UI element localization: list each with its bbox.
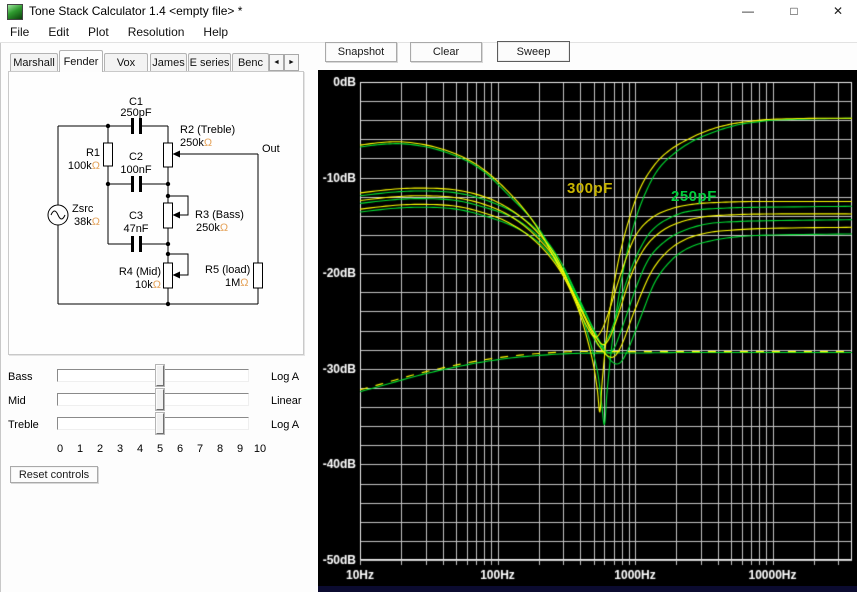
tab-scroll-left-icon[interactable]: ◄ (269, 54, 284, 71)
circuit-diagram: C1 250pF R2 (Treble) 250kΩ R1 100kΩ C2 1… (47, 96, 280, 307)
label-out: Out (262, 143, 280, 155)
value-c2: 100nF (120, 164, 151, 176)
component-c1 (131, 118, 134, 134)
clear-button[interactable]: Clear (410, 42, 482, 62)
scale-1: 1 (76, 443, 84, 455)
scale-2: 2 (96, 443, 104, 455)
app-window: Tone Stack Calculator 1.4 <empty file> *… (0, 0, 857, 592)
value-c1: 250pF (120, 107, 151, 119)
scale-10: 10 (253, 443, 267, 455)
bass-slider-thumb[interactable] (156, 365, 164, 386)
treble-slider-track[interactable] (57, 417, 249, 430)
mid-taper-label: Linear (271, 395, 302, 407)
scale-7: 7 (196, 443, 204, 455)
label-r3: R3 (Bass) (195, 209, 244, 221)
component-r1 (103, 142, 113, 167)
annotation-300pf: 300pF (567, 180, 613, 197)
bass-label: Bass (8, 371, 33, 383)
annotation-250pf: 250pF (671, 188, 717, 205)
value-r1: 100kΩ (68, 160, 100, 172)
mid-slider-track[interactable] (57, 393, 249, 406)
value-r3: 250kΩ (196, 222, 228, 234)
label-zsrc: Zsrc (72, 203, 94, 215)
component-r4-mid-pot (163, 262, 173, 289)
value-r4: 10kΩ (135, 279, 161, 291)
treble-label: Treble (8, 419, 39, 431)
tab-james[interactable]: James (150, 53, 187, 71)
app-icon (7, 4, 23, 20)
value-c3: 47nF (123, 223, 148, 235)
label-c3: C3 (129, 210, 143, 222)
component-r5-load (253, 262, 263, 289)
label-r2: R2 (Treble) (180, 124, 235, 136)
window-title: Tone Stack Calculator 1.4 <empty file> * (29, 4, 243, 18)
tab-e-series[interactable]: E series (188, 53, 231, 71)
response-plot-panel: 300pF 250pF (318, 70, 857, 592)
close-button[interactable]: ✕ (823, 1, 853, 21)
mid-slider-thumb[interactable] (156, 389, 164, 410)
value-r2: 250kΩ (180, 137, 212, 149)
component-r2-treble-pot (163, 142, 173, 168)
scale-6: 6 (176, 443, 184, 455)
treble-slider-thumb[interactable] (156, 413, 164, 434)
component-c3 (131, 236, 134, 252)
scale-8: 8 (216, 443, 224, 455)
tab-fender[interactable]: Fender (59, 50, 103, 72)
value-zsrc: 38kΩ (74, 216, 100, 228)
tab-bench[interactable]: Benc (232, 53, 269, 71)
bass-slider-track[interactable] (57, 369, 249, 382)
treble-taper-label: Log A (271, 419, 300, 431)
scale-5: 5 (156, 443, 164, 455)
mid-label: Mid (8, 395, 26, 407)
sweep-button[interactable]: Sweep (497, 41, 570, 62)
scale-3: 3 (116, 443, 124, 455)
wiper-arrow-r2 (172, 150, 180, 158)
bass-taper-label: Log A (271, 371, 300, 383)
menu-plot[interactable]: Plot (86, 23, 111, 41)
circuit-panel: C1 250pF R2 (Treble) 250kΩ R1 100kΩ C2 1… (8, 71, 304, 355)
tab-vox[interactable]: Vox (104, 53, 148, 71)
scale-9: 9 (236, 443, 244, 455)
label-r1: R1 (86, 147, 100, 159)
value-r5: 1MΩ (225, 277, 249, 289)
minimize-button[interactable]: — (733, 1, 763, 21)
snapshot-button[interactable]: Snapshot (325, 42, 397, 62)
menu-bar: File Edit Plot Resolution Help (0, 22, 857, 43)
reset-controls-button[interactable]: Reset controls (10, 466, 98, 483)
wiper-arrow-r3 (172, 211, 180, 219)
response-plot-canvas (318, 70, 857, 586)
label-r5: R5 (load) (205, 264, 250, 276)
menu-edit[interactable]: Edit (46, 23, 71, 41)
component-c2 (131, 176, 134, 192)
scale-4: 4 (136, 443, 144, 455)
menu-resolution[interactable]: Resolution (126, 23, 187, 41)
wiper-arrow-r4 (172, 271, 180, 279)
tab-scroll-right-icon[interactable]: ► (284, 54, 299, 71)
scale-0: 0 (56, 443, 64, 455)
tab-marshall[interactable]: Marshall (10, 53, 58, 71)
maximize-button[interactable]: □ (779, 1, 809, 21)
menu-file[interactable]: File (8, 23, 31, 41)
label-r4: R4 (Mid) (119, 266, 161, 278)
title-bar: Tone Stack Calculator 1.4 <empty file> *… (0, 0, 857, 22)
menu-help[interactable]: Help (201, 23, 230, 41)
component-r3-bass-pot (163, 202, 173, 229)
label-c2: C2 (129, 151, 143, 163)
plot-bottom-edge (318, 586, 857, 592)
